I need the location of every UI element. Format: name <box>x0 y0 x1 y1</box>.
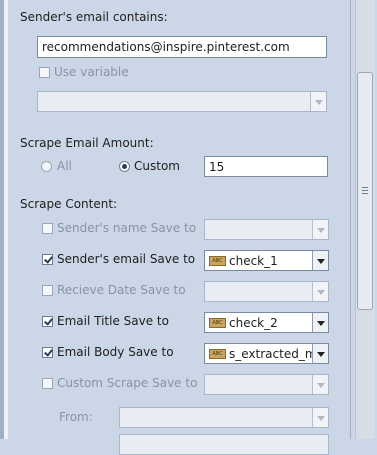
chevron-down-icon <box>312 282 328 301</box>
receive-date-checkbox[interactable] <box>42 285 53 296</box>
scrollbar-thumb[interactable] <box>357 72 373 310</box>
chevron-down-icon <box>312 251 328 270</box>
use-variable-checkbox[interactable] <box>39 67 50 78</box>
senders-name-checkbox[interactable] <box>42 223 53 234</box>
chevron-down-icon <box>312 375 328 394</box>
email-title-checkbox[interactable] <box>42 316 53 327</box>
senders-email-variable: check_1 <box>229 254 278 268</box>
chevron-down-icon <box>312 220 328 239</box>
email-title-label: Email Title Save to <box>57 314 169 328</box>
receive-date-label: Recieve Date Save to <box>57 283 186 297</box>
email-title-variable: check_2 <box>229 316 278 330</box>
senders-email-checkbox[interactable] <box>42 254 53 265</box>
next-select-partial[interactable] <box>119 434 329 455</box>
radio-all-label: All <box>57 159 72 173</box>
email-title-select[interactable]: ABC check_2 <box>204 312 329 333</box>
sender-variable-select[interactable] <box>37 91 327 112</box>
custom-scrape-select[interactable] <box>204 374 329 395</box>
email-body-label: Email Body Save to <box>57 345 174 359</box>
from-select[interactable] <box>119 407 329 428</box>
chevron-down-icon <box>312 313 328 332</box>
senders-email-label: Sender's email Save to <box>57 252 196 266</box>
receive-date-select[interactable] <box>204 281 329 302</box>
radio-custom-label: Custom <box>134 159 180 173</box>
sender-email-input[interactable]: recommendations@inspire.pinterest.com <box>37 36 327 58</box>
chevron-down-icon <box>310 92 326 111</box>
email-body-variable: s_extracted_m <box>229 347 317 361</box>
panel-left-highlight <box>4 0 8 439</box>
radio-custom[interactable] <box>119 161 130 172</box>
email-body-select[interactable]: ABC s_extracted_m <box>204 343 329 364</box>
email-body-checkbox[interactable] <box>42 347 53 358</box>
grip-line <box>362 193 368 194</box>
grip-line <box>362 187 368 188</box>
panel-right-border <box>350 0 351 439</box>
grip-line <box>362 190 368 191</box>
senders-name-select[interactable] <box>204 219 329 240</box>
text-variable-icon: ABC <box>209 349 226 359</box>
text-variable-icon: ABC <box>209 318 226 328</box>
chevron-down-icon <box>312 344 328 363</box>
custom-scrape-checkbox[interactable] <box>42 378 53 389</box>
use-variable-label: Use variable <box>54 65 129 79</box>
scrape-content-heading: Scrape Content: <box>20 197 118 211</box>
senders-name-label: Sender's name Save to <box>57 221 197 235</box>
scrape-amount-heading: Scrape Email Amount: <box>20 136 154 150</box>
from-label: From: <box>59 410 93 424</box>
radio-all[interactable] <box>41 161 52 172</box>
custom-scrape-label: Custom Scrape Save to <box>57 376 198 390</box>
text-variable-icon: ABC <box>209 256 226 266</box>
senders-email-select[interactable]: ABC check_1 <box>204 250 329 271</box>
custom-amount-input[interactable]: 15 <box>204 156 328 177</box>
chevron-down-icon <box>312 408 328 427</box>
sender-heading: Sender's email contains: <box>20 10 168 24</box>
